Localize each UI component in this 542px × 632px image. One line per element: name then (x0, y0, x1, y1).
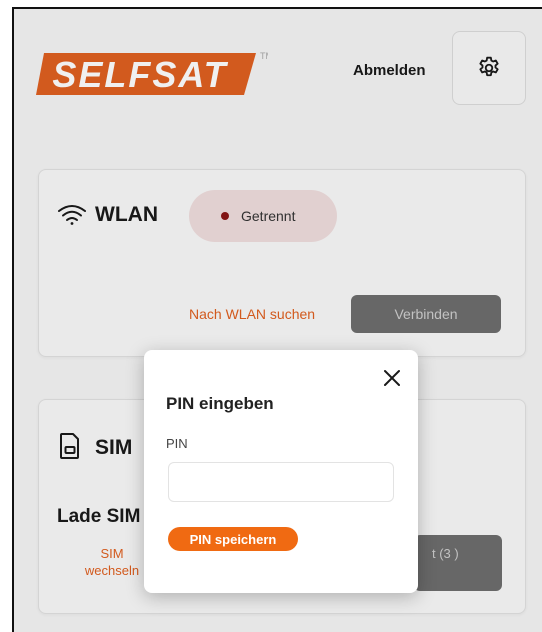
close-icon (384, 370, 400, 386)
pin-label: PIN (166, 436, 188, 451)
pin-input[interactable] (168, 462, 394, 502)
modal-title: PIN eingeben (166, 394, 274, 413)
close-button[interactable] (378, 364, 406, 392)
app-frame: SELFSAT TM Abmelden WLAN Getrennt Nach W… (12, 7, 542, 632)
save-pin-button[interactable]: PIN speichern (168, 527, 298, 551)
pin-modal: PIN eingeben PIN PIN speichern (144, 350, 418, 593)
